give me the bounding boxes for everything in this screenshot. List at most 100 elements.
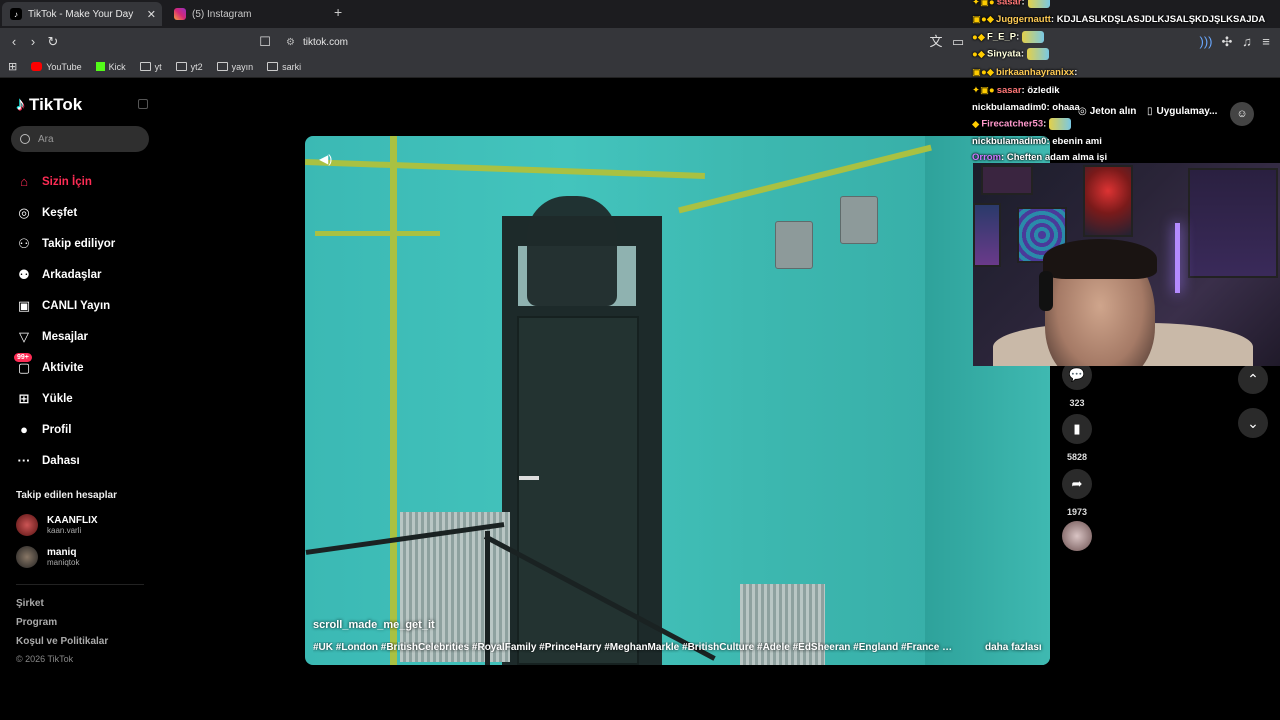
video-player[interactable]: ◀) scroll_made_me_get_it #UK #London #Br… (305, 136, 1050, 665)
site-info-icon[interactable]: ⚙ (286, 37, 295, 48)
tab-title: (5) Instagram (192, 8, 252, 20)
emote-icon (1027, 48, 1050, 60)
video-scene (517, 316, 639, 665)
cast-icon[interactable]: ▭ (950, 34, 966, 50)
comment-button[interactable]: 💬 323 (1062, 360, 1092, 408)
video-scene (678, 144, 932, 214)
bookmark-star-icon[interactable]: ☐ (257, 34, 273, 50)
compass-icon: ◎ (18, 204, 30, 220)
chat-badges-icon: ◆ (972, 118, 980, 130)
chat-message: ◆ Firecatcher53: (972, 118, 1072, 130)
tiktok-logo[interactable]: ♪ TikTok (16, 94, 82, 115)
chat-badges-icon: ▣●◆ (972, 67, 995, 78)
see-more-link[interactable]: daha fazlası (985, 642, 1042, 653)
webcam-overlay (973, 163, 1280, 366)
chat-message: Orrom: Cheften adam alma işi (972, 152, 1108, 163)
bookmark-button[interactable]: ▮ 5828 (1062, 414, 1092, 462)
video-scene (527, 196, 617, 306)
followed-accounts-title: Takip edilen hesaplar (16, 490, 117, 501)
tab-tiktok[interactable]: ♪ TikTok - Make Your Day ✕ (2, 2, 162, 26)
more-icon: ··· (17, 453, 31, 468)
volume-icon[interactable]: ◀) (319, 152, 332, 166)
activity-icon: ▢ 99+ (14, 352, 32, 376)
nav-profile[interactable]: ● Profil (16, 414, 156, 445)
youtube-icon (31, 62, 43, 71)
search-icon (20, 134, 30, 144)
music-disc-icon (1062, 521, 1092, 551)
instagram-favicon-icon (174, 8, 186, 20)
nav-more[interactable]: ··· Dahası (16, 445, 156, 476)
music-avatar[interactable] (1062, 521, 1092, 551)
forward-icon[interactable]: › (25, 34, 41, 50)
bookmark-youtube[interactable]: YouTube (31, 62, 82, 72)
new-tab-icon[interactable]: + (334, 4, 342, 20)
chat-badges-icon: ●◆ (972, 31, 986, 43)
translate-icon[interactable]: 文 (928, 34, 944, 50)
footer-link-terms[interactable]: Koşul ve Politikalar (16, 636, 108, 647)
nav-live[interactable]: ▣ CANLI Yayın (16, 290, 156, 321)
address-bar[interactable]: ⚙ tiktok.com (278, 31, 968, 53)
nav-upload[interactable]: ⊞ Yükle (16, 383, 156, 414)
reload-icon[interactable]: ↻ (45, 34, 61, 50)
bookmark-yt[interactable]: yt (139, 62, 162, 72)
followed-account[interactable]: maniq maniqtok (16, 546, 79, 568)
bookmark-sarki[interactable]: sarki (267, 62, 301, 72)
messages-icon: ▽ (19, 328, 29, 344)
nav-friends[interactable]: ⚉ Arkadaşlar (16, 259, 156, 290)
chat-message: ▣●◆ Juggernautt: KDJLASLKDŞLASJDLKJSALŞKD… (972, 14, 1266, 25)
chat-badges-icon: ▣●◆ (972, 14, 995, 25)
followed-account[interactable]: KAANFLIX kaan.varli (16, 514, 98, 536)
bookmark-kick[interactable]: Kick (95, 62, 126, 72)
chat-message: nickbulamadim0: ebenin ami (972, 136, 1102, 147)
nav-explore[interactable]: ◎ Keşfet (16, 197, 156, 228)
folder-icon (267, 62, 279, 71)
nav-activity[interactable]: ▢ 99+ Aktivite (14, 352, 156, 383)
chevron-down-icon: ⌄ (1247, 414, 1259, 431)
next-video-button[interactable]: ⌄ (1238, 408, 1268, 438)
cam-scene (1043, 239, 1157, 279)
upload-icon: ⊞ (18, 390, 30, 406)
share-button[interactable]: ➦ 1973 (1062, 469, 1092, 517)
video-scene (519, 476, 539, 480)
chat-message: nickbulamadim0: ohaaa (972, 102, 1080, 113)
main-nav: ⌂ Sizin İçin ◎ Keşfet ⚇ Takip ediliyor ⚉ Ark… (14, 166, 156, 476)
previous-video-button[interactable]: ⌃ (1238, 364, 1268, 394)
cam-scene (1188, 168, 1278, 278)
video-scene (840, 196, 878, 244)
chevron-up-icon: ⌃ (1247, 370, 1259, 387)
share-icon: ➦ (1062, 469, 1092, 499)
footer-link-company[interactable]: Şirket (16, 598, 44, 609)
activity-badge: 99+ (14, 352, 32, 362)
tab-instagram[interactable]: (5) Instagram (166, 2, 326, 26)
emote-icon (1049, 118, 1072, 130)
video-author[interactable]: scroll_made_me_get_it (313, 619, 435, 631)
cam-scene (1175, 223, 1180, 293)
video-scene (390, 136, 397, 665)
emote-icon (1027, 0, 1050, 8)
emote-icon (1022, 31, 1045, 43)
close-icon[interactable]: ✕ (147, 8, 156, 21)
back-icon[interactable]: ‹ (6, 34, 22, 50)
video-scene (315, 231, 440, 236)
cam-scene (1039, 271, 1053, 311)
stream-chat: ✦▣● sasar: ▣●◆ Juggernautt: KDJLASLKDŞLASJ… (972, 0, 1280, 165)
apps-grid-icon[interactable]: ⊞ (8, 60, 17, 73)
nav-following[interactable]: ⚇ Takip ediliyor (16, 228, 156, 259)
bookmark-yt2[interactable]: yt2 (175, 62, 203, 72)
kick-icon (95, 62, 105, 71)
nav-for-you[interactable]: ⌂ Sizin İçin (16, 166, 156, 197)
chat-message: ✦▣● sasar: (972, 0, 1050, 8)
chat-message: ▣●◆ birkaanhayranixx: (972, 67, 1078, 78)
search-input[interactable]: Ara (11, 126, 149, 152)
chat-message: ●◆ Sinyata: (972, 48, 1050, 60)
chat-badges-icon: ✦▣● (972, 85, 995, 96)
copyright: © 2026 TikTok (16, 654, 74, 664)
profile-icon: ● (20, 422, 28, 437)
avatar (16, 546, 38, 568)
collapse-sidebar-icon[interactable] (138, 99, 148, 109)
nav-messages[interactable]: ▽ Mesajlar (16, 321, 156, 352)
bookmark-yayin[interactable]: yayın (216, 62, 253, 72)
cam-scene (1083, 165, 1133, 237)
chat-message: ●◆ F_E_P: (972, 31, 1045, 43)
footer-link-program[interactable]: Program (16, 617, 57, 628)
